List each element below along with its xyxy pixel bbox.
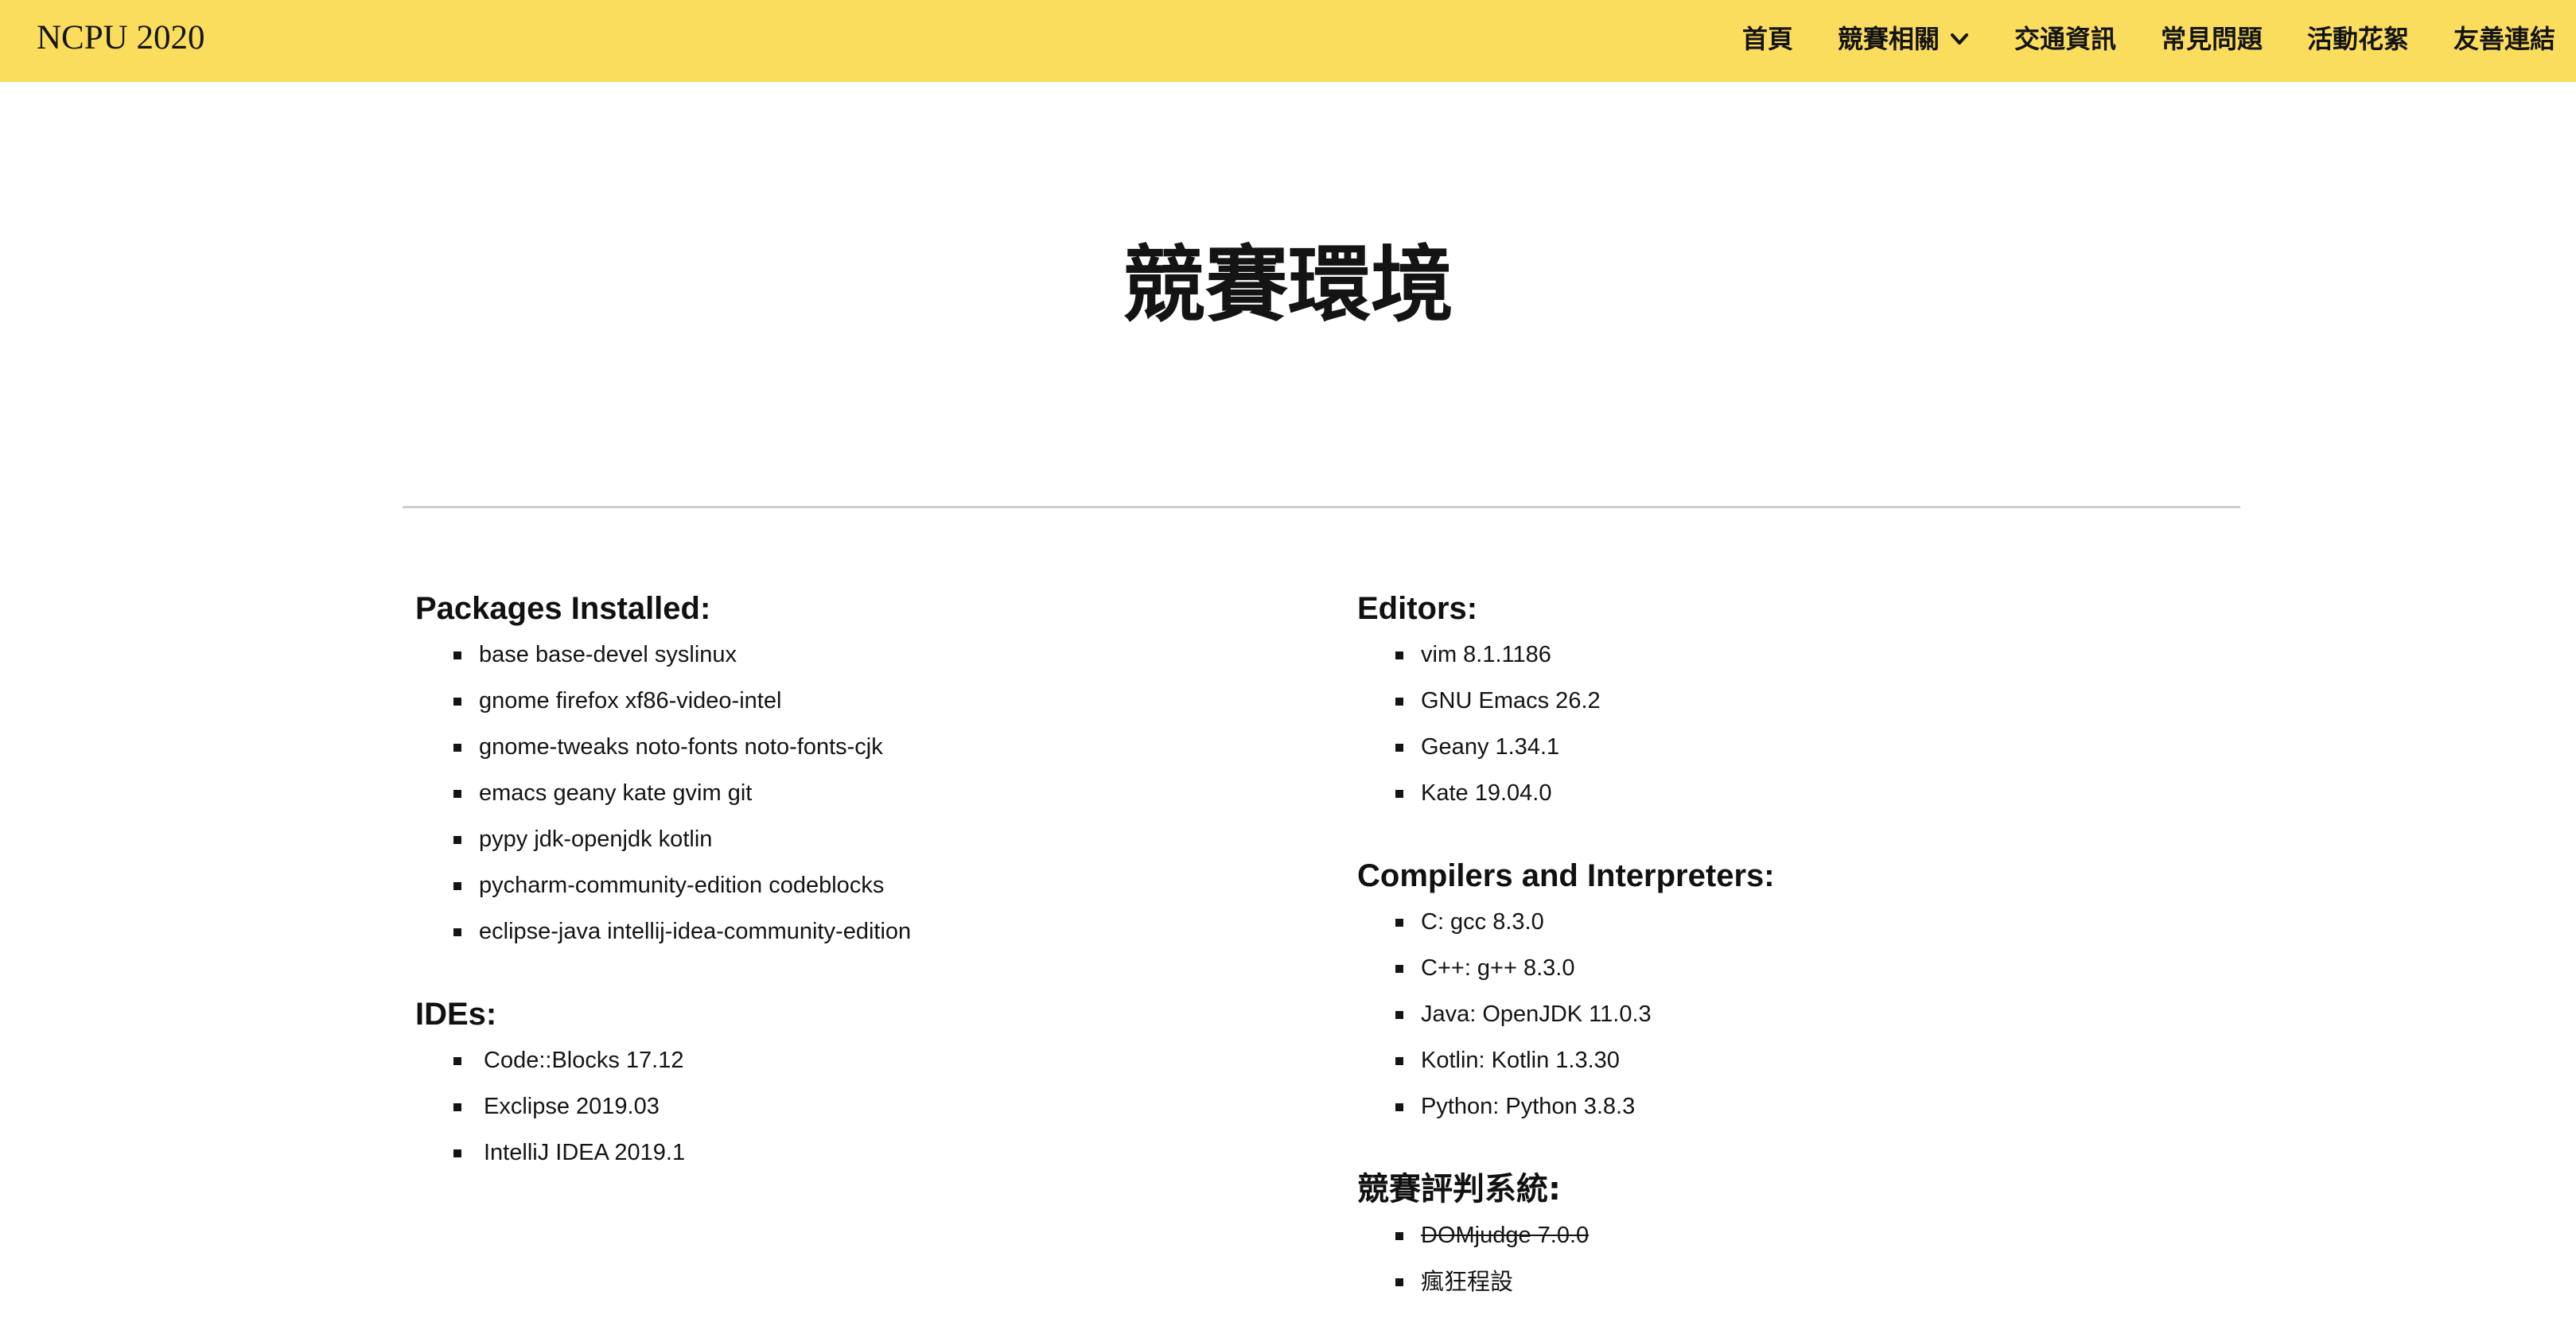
list-item: vim 8.1.1186: [1357, 632, 2232, 678]
list-item: eclipse-java intellij-idea-community-edi…: [415, 908, 1290, 955]
nav-item-label: 活動花絮: [2306, 24, 2409, 54]
list-item: Kate 19.04.0: [1357, 770, 2232, 816]
nav-item-label: 常見問題: [2160, 24, 2263, 54]
site-brand[interactable]: NCPU 2020: [37, 16, 204, 60]
list-item: C++: g++ 8.3.0: [1357, 945, 2232, 991]
ides-heading: IDEs:: [415, 997, 497, 1032]
nav-menu: 首頁 競賽相關 交通資訊 常見問題 活動花絮 友善連結: [1742, 19, 2555, 59]
nav-item-gallery[interactable]: 活動花絮: [2307, 20, 2409, 58]
list-item: C: gcc 8.3.0: [1357, 899, 2232, 945]
editors-heading: Editors:: [1357, 591, 1478, 626]
list-item: Kotlin: Kotlin 1.3.30: [1357, 1037, 2232, 1083]
ides-list: Code::Blocks 17.12 Exclipse 2019.03 Inte…: [415, 1037, 1290, 1176]
left-column: Packages Installed: base base-devel sysl…: [415, 585, 1290, 1176]
list-item: emacs geany kate gvim git: [415, 770, 1290, 816]
editors-list: vim 8.1.1186 GNU Emacs 26.2 Geany 1.34.1…: [1357, 632, 2232, 816]
list-item: Python: Python 3.8.3: [1357, 1083, 2232, 1130]
list-item: IntelliJ IDEA 2019.1: [415, 1130, 1290, 1176]
nav-item-links[interactable]: 友善連結: [2453, 20, 2555, 58]
section-divider: [403, 506, 2240, 508]
nav-item-contest-dropdown[interactable]: 競賽相關: [1838, 20, 1970, 58]
nav-item-faq[interactable]: 常見問題: [2161, 20, 2263, 58]
list-item: 瘋狂程設: [1357, 1258, 2232, 1305]
list-item: gnome-tweaks noto-fonts noto-fonts-cjk: [415, 724, 1290, 770]
list-item: GNU Emacs 26.2: [1357, 678, 2232, 724]
nav-item-home[interactable]: 首頁: [1742, 20, 1793, 58]
top-navbar: NCPU 2020 首頁 競賽相關 交通資訊 常見問題 活動花絮 友善連結: [0, 0, 2576, 82]
nav-item-transport[interactable]: 交通資訊: [2014, 20, 2116, 58]
nav-item-label: 首頁: [1741, 24, 1793, 54]
packages-list: base base-devel syslinux gnome firefox x…: [415, 632, 1290, 955]
judge-system-list: DOMjudge 7.0.0 瘋狂程設: [1357, 1212, 2232, 1305]
list-item: gnome firefox xf86-video-intel: [415, 678, 1290, 724]
packages-heading: Packages Installed:: [415, 591, 711, 626]
page-title: 競賽環境: [1122, 236, 1453, 333]
nav-item-label: 競賽相關: [1837, 24, 1940, 54]
chevron-down-icon: [1949, 29, 1970, 49]
nav-item-label: 友善連結: [2453, 24, 2555, 54]
struck-item-label: DOMjudge 7.0.0: [1421, 1223, 1590, 1248]
list-item: Exclipse 2019.03: [415, 1083, 1290, 1130]
list-item: Java: OpenJDK 11.0.3: [1357, 991, 2232, 1037]
item-label: 瘋狂程設: [1421, 1268, 1514, 1295]
right-column: Editors: vim 8.1.1186 GNU Emacs 26.2 Gea…: [1357, 585, 2232, 1305]
list-item: Geany 1.34.1: [1357, 724, 2232, 770]
list-item: Code::Blocks 17.12: [415, 1037, 1290, 1083]
list-item: DOMjudge 7.0.0: [1357, 1212, 2232, 1258]
list-item: base base-devel syslinux: [415, 632, 1290, 678]
compilers-heading: Compilers and Interpreters:: [1357, 858, 1775, 893]
compilers-list: C: gcc 8.3.0 C++: g++ 8.3.0 Java: OpenJD…: [1357, 899, 2232, 1130]
list-item: pycharm-community-edition codeblocks: [415, 862, 1290, 908]
judge-system-heading: 競賽評判系統:: [1357, 1171, 1561, 1208]
list-item: pypy jdk-openjdk kotlin: [415, 816, 1290, 862]
nav-item-label: 交通資訊: [2014, 24, 2116, 54]
